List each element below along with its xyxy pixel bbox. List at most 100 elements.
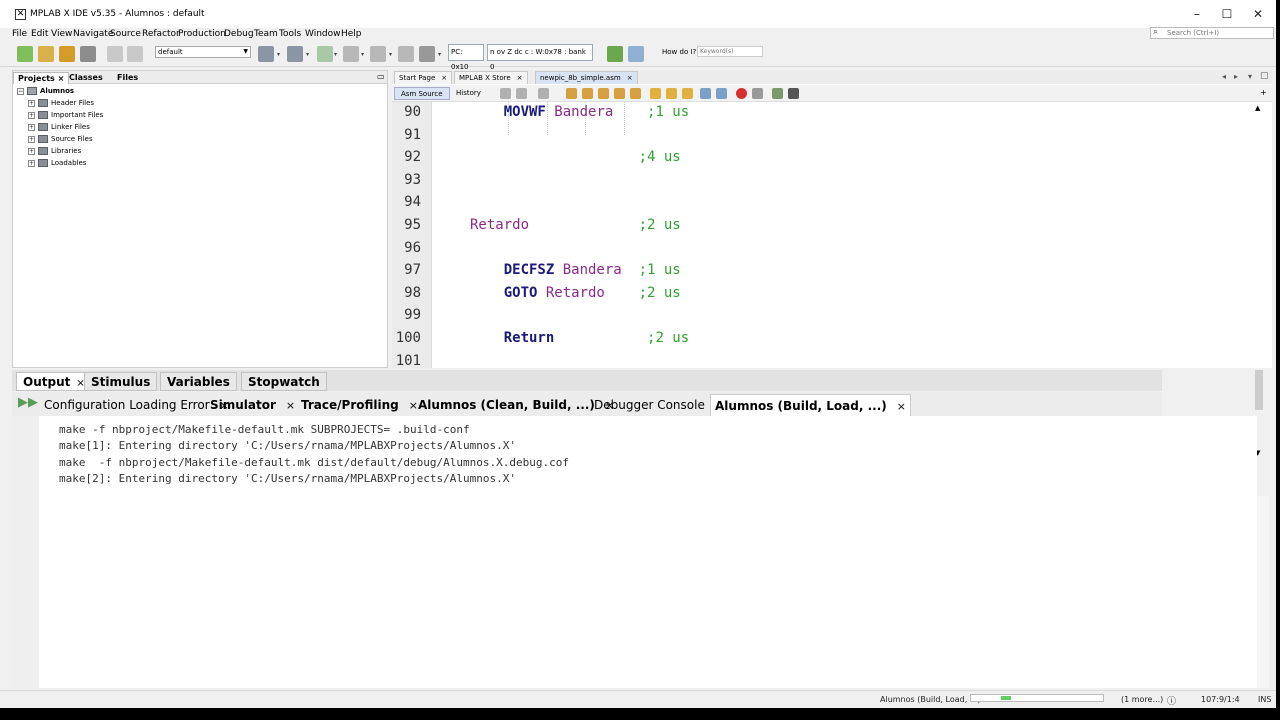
expand-icon[interactable]: + [28, 123, 35, 131]
menu-tools[interactable]: Tools [279, 29, 301, 39]
find-next-icon[interactable] [598, 88, 609, 99]
scroll-tabs-right-icon[interactable]: ▸ [1234, 72, 1238, 81]
project-root[interactable]: − Alumnos [17, 85, 74, 97]
clean-dropdown-icon[interactable]: ▾ [306, 51, 309, 58]
uncomment-icon[interactable] [788, 88, 799, 99]
configuration-select[interactable]: default ▼ [155, 46, 251, 58]
tree-item-important-files[interactable]: + Important Files [28, 109, 103, 121]
help-tools-icon[interactable] [628, 46, 644, 62]
build-icon[interactable] [258, 46, 274, 62]
bookmark-previous-icon[interactable] [650, 88, 661, 99]
menu-help[interactable]: Help [341, 29, 362, 39]
close-icon[interactable]: × [58, 74, 65, 83]
menu-source[interactable]: Source [110, 29, 141, 39]
last-edit-icon[interactable] [500, 88, 511, 99]
search-input[interactable] [1167, 28, 1271, 38]
toggle-search-icon[interactable] [630, 88, 641, 99]
menu-window[interactable]: Window [305, 29, 341, 39]
menu-production[interactable]: Production [178, 29, 226, 39]
tab-simulator[interactable]: Simulator × [206, 394, 299, 416]
status-more-tasks[interactable]: (1 more...) [1121, 695, 1163, 704]
tab-alumnos-clean-build[interactable]: Alumnos (Clean, Build, ...) × [414, 394, 618, 416]
tab-start-page[interactable]: Start Page × [394, 71, 453, 84]
menu-navigate[interactable]: Navigate [73, 29, 113, 39]
tab-files[interactable]: Files [113, 72, 142, 84]
tree-item-libraries[interactable]: + Libraries [28, 145, 81, 157]
how-do-i-input[interactable] [697, 46, 763, 57]
undo-icon[interactable] [107, 46, 123, 62]
close-icon[interactable]: × [441, 74, 447, 82]
redo-icon[interactable] [127, 46, 143, 62]
maximize-editor-icon[interactable]: ▢ [1260, 71, 1269, 81]
open-project-icon[interactable] [59, 46, 75, 62]
reset-icon[interactable] [398, 46, 414, 62]
ide-search-box[interactable]: ⌕ [1150, 27, 1274, 39]
expand-icon[interactable]: + [28, 111, 35, 119]
close-icon[interactable]: × [517, 74, 523, 82]
program-device-icon[interactable] [370, 46, 386, 62]
tab-output[interactable]: Output × [16, 372, 92, 391]
tab-stopwatch[interactable]: Stopwatch [241, 372, 327, 391]
toggle-highlight-icon[interactable] [614, 88, 625, 99]
editor-vertical-scrollbar[interactable]: ▲ ▼ [1253, 104, 1267, 458]
scroll-thumb[interactable] [1255, 370, 1263, 410]
close-button[interactable]: ✕ [1243, 6, 1273, 22]
tab-asm-file[interactable]: newpic_8b_simple.asm × [535, 71, 638, 84]
output-console[interactable]: make -f nbproject/Makefile-default.mk SU… [39, 416, 1257, 688]
tab-projects[interactable]: Projects × [13, 72, 70, 84]
notification-icon[interactable]: ⓘ [1167, 694, 1176, 707]
menu-edit[interactable]: Edit [31, 29, 48, 39]
close-project-icon[interactable] [80, 46, 96, 62]
expand-icon[interactable]: + [28, 99, 35, 107]
expand-icon[interactable]: + [28, 135, 35, 143]
maximize-button[interactable]: ☐ [1212, 6, 1242, 22]
status-task[interactable]: Alumnos (Build, Load, ...) [880, 695, 981, 704]
output-vertical-scrollbar[interactable] [1257, 496, 1269, 688]
program-dropdown-icon[interactable]: ▾ [389, 51, 392, 58]
menu-refactor[interactable]: Refactor [142, 29, 180, 39]
toggle-bookmark-icon[interactable] [682, 88, 693, 99]
expand-icon[interactable]: + [28, 159, 35, 167]
menu-team[interactable]: Team [254, 29, 278, 39]
code-area[interactable]: MOVWF Bandera ;1 us ;4 us Retardo ;2 us D… [433, 102, 1253, 368]
add-icon[interactable]: + [1260, 88, 1267, 97]
tree-item-linker-files[interactable]: + Linker Files [28, 121, 90, 133]
tree-item-loadables[interactable]: + Loadables [28, 157, 86, 169]
find-previous-icon[interactable] [582, 88, 593, 99]
collapse-icon[interactable]: − [17, 87, 24, 95]
menu-view[interactable]: View [51, 29, 72, 39]
tab-configuration-loading-error[interactable]: Configuration Loading Error × [40, 394, 233, 416]
hold-reset-icon[interactable] [419, 46, 435, 62]
tab-debugger-console[interactable]: Debugger Console× [590, 394, 728, 416]
tab-list-icon[interactable]: ▾ [1248, 72, 1252, 81]
new-project-icon[interactable] [38, 46, 54, 62]
tab-history[interactable]: History [450, 87, 487, 100]
expand-icon[interactable]: + [28, 147, 35, 155]
close-icon[interactable]: × [627, 74, 633, 82]
tab-alumnos-build-load[interactable]: Alumnos (Build, Load, ...) × [710, 394, 911, 416]
hold-dropdown-icon[interactable]: ▾ [438, 51, 441, 58]
forward-icon[interactable] [538, 88, 549, 99]
scroll-up-icon[interactable]: ▲ [1255, 104, 1260, 112]
tab-trace-profiling[interactable]: Trace/Profiling × [297, 394, 422, 416]
run-dropdown-icon[interactable]: ▾ [334, 51, 337, 58]
tab-variables[interactable]: Variables [160, 372, 237, 391]
tab-asm-source[interactable]: Asm Source [394, 87, 450, 100]
minimize-panel-icon[interactable]: ▭ [377, 72, 385, 81]
tree-item-header-files[interactable]: + Header Files [28, 97, 94, 109]
clean-build-icon[interactable] [287, 46, 303, 62]
menu-debug[interactable]: Debug [224, 29, 254, 39]
bookmark-next-icon[interactable] [666, 88, 677, 99]
tab-classes[interactable]: Classes [65, 72, 107, 84]
macro-record-icon[interactable] [736, 88, 747, 99]
build-dropdown-icon[interactable]: ▾ [277, 51, 280, 58]
close-icon[interactable]: × [286, 399, 295, 412]
macro-stop-icon[interactable] [752, 88, 763, 99]
menu-file[interactable]: File [12, 29, 27, 39]
back-icon[interactable] [516, 88, 527, 99]
scroll-tabs-left-icon[interactable]: ◂ [1222, 72, 1226, 81]
find-icon[interactable] [566, 88, 577, 99]
new-file-icon[interactable] [17, 46, 33, 62]
comment-icon[interactable] [772, 88, 783, 99]
tab-stimulus[interactable]: Stimulus [84, 372, 158, 391]
